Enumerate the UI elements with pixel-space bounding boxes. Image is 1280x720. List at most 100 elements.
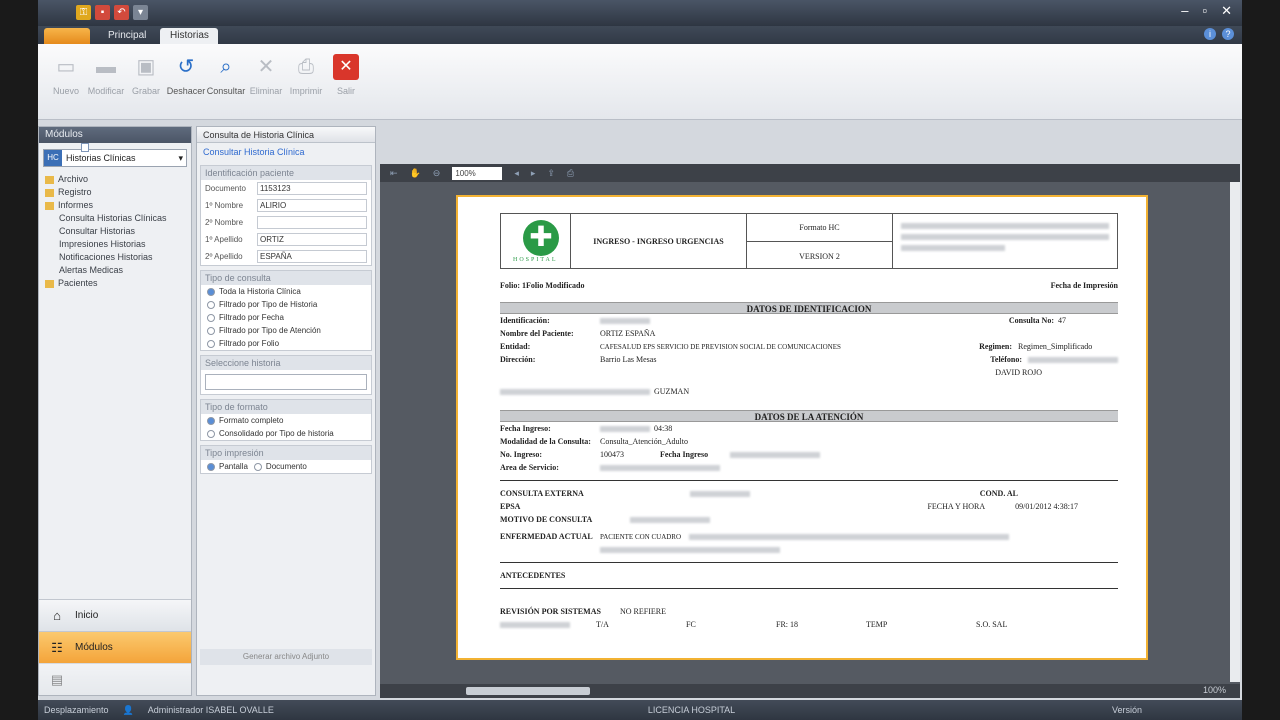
info-icon[interactable]: i (1204, 28, 1216, 40)
logo-text: HOSPITAL (513, 257, 558, 263)
key-icon[interactable]: ⚿ (76, 5, 91, 20)
status-bar: Desplazamiento 👤 Administrador ISABEL OV… (38, 700, 1242, 720)
report-code-box: Formato HC VERSION 2 (747, 214, 893, 268)
status-user: Administrador ISABEL OVALLE (147, 705, 274, 715)
maximize-icon[interactable]: ▫ (1202, 3, 1207, 19)
documento-row: Documento 1153123 (201, 180, 371, 197)
window-controls: – ▫ ✕ (1181, 3, 1232, 19)
apellido2-field[interactable]: ESPAÑA (257, 250, 367, 263)
tree-item[interactable]: Consulta Historias Clínicas (45, 143, 191, 225)
radio-consolidated[interactable]: Consolidado por Tipo de historia (201, 427, 371, 440)
tree-item[interactable]: Informes (45, 199, 191, 212)
print-icon[interactable]: ⎙ (567, 168, 574, 179)
ribbon-tabs: Principal Historias i ? (38, 26, 1242, 44)
radio-type[interactable]: Filtrado por Tipo de Historia (201, 298, 371, 311)
ribbon: ▭ Nuevo ▬ Modificar ▣ Grabar ↺ Deshacer ⌕ Con… (38, 44, 1242, 120)
exit-button[interactable]: ✕ Salir (326, 50, 366, 102)
nav-extra-button[interactable]: ▤ (39, 663, 191, 695)
search-button[interactable]: ⌕ Consultar (206, 50, 246, 102)
radio-icon (207, 416, 215, 425)
radio-icon (207, 313, 215, 322)
tree-item[interactable]: Archivo (45, 173, 191, 186)
nav-inicio-button[interactable]: ⌂ Inicio (39, 599, 191, 631)
tree-item[interactable]: Alertas Medicas (45, 143, 191, 277)
radio-icon (253, 462, 262, 471)
report-header-blur (893, 214, 1117, 268)
vertical-scrollbar[interactable] (1230, 182, 1240, 682)
horizontal-scrollbar[interactable]: 100% (380, 684, 1240, 698)
help-area: i ? (1204, 28, 1234, 40)
first-page-icon[interactable]: ⇤ (390, 168, 398, 179)
tab-consulta[interactable]: Consulta de Historia Clínica (197, 127, 375, 143)
apellido1-row: 1º Apellido ORTIZ (201, 231, 371, 248)
radio-folio[interactable]: Filtrado por Folio (201, 337, 371, 350)
tree-item[interactable]: Pacientes (45, 277, 191, 290)
radio-attention[interactable]: Filtrado por Tipo de Atención (201, 324, 371, 337)
status-license: LICENCIA HOSPITAL (647, 705, 736, 715)
radio-all[interactable]: Toda la Historia Clínica (201, 285, 371, 298)
query-panel: Consulta de Historia Clínica Consultar H… (196, 126, 376, 696)
save-icon[interactable]: ▪ (95, 5, 110, 20)
zoom-status: 100% (1202, 685, 1226, 695)
name-line: Nombre del Paciente: ORTIZ ESPAÑA (500, 329, 656, 338)
zoom-out-icon[interactable]: ⊖ (433, 168, 441, 179)
radio-screen[interactable]: Pantalla (201, 460, 248, 473)
app-window: ⚿ ▪ ↶ ▾ – ▫ ✕ Principal Historias i ? ▭ N… (38, 0, 1242, 720)
type-section-header: Tipo de consulta (201, 271, 371, 285)
report-meta: Folio: 1 Folio Modificado Fecha de Impre… (500, 281, 1118, 290)
help-icon[interactable]: ? (1222, 28, 1234, 40)
nombre2-field[interactable] (257, 216, 367, 229)
select-section-header: Seleccione historia (201, 356, 371, 370)
new-button[interactable]: ▭ Nuevo (46, 50, 86, 102)
undo-button[interactable]: ↺ Deshacer (166, 50, 206, 102)
undo-icon[interactable]: ↶ (114, 5, 129, 20)
file-tab[interactable] (44, 28, 90, 44)
save-button[interactable]: ▣ Grabar (126, 50, 166, 102)
direccion-line: Dirección: Barrio Las Mesas Teléfono: (500, 353, 1118, 366)
report-page: ✚ HOSPITAL INGRESO - INGRESO URGENCIAS F… (456, 195, 1148, 660)
tree-item[interactable]: Registro (45, 186, 191, 199)
title-bar: ⚿ ▪ ↶ ▾ – ▫ ✕ (38, 0, 1242, 26)
consulta-line: CONSULTA EXTERNA COND. AL (500, 489, 1018, 498)
export-icon[interactable]: ⇪ (547, 168, 555, 179)
tree-item[interactable]: Consultar Historias (45, 143, 191, 238)
radio-full-format[interactable]: Formato completo (201, 414, 371, 427)
module-select[interactable]: HC Historias Clínicas ▾ (43, 149, 187, 167)
zoom-select[interactable]: 100% (452, 166, 503, 180)
folder-icon (45, 188, 54, 197)
epsa-line: EPSA FECHA Y HORA 09/01/2012 4:38:17 (500, 502, 1078, 511)
viewer-toolbar: ⇤ ✋ ⊖ 100% ◂ ▸ ⇪ ⎙ (380, 164, 1240, 182)
revision-line: REVISIÓN POR SISTEMAS NO REFIERE (500, 607, 666, 616)
tree-item[interactable]: Impresiones Historias (45, 143, 191, 251)
next-page-icon[interactable]: ▸ (531, 168, 536, 179)
print-button[interactable]: ⎙ Imprimir (286, 50, 326, 102)
minimize-icon[interactable]: – (1181, 3, 1188, 19)
id-section: Identificación paciente Documento 1153123… (200, 165, 372, 266)
tab-historias[interactable]: Historias (160, 28, 218, 44)
historia-select[interactable] (205, 374, 367, 390)
modify-button[interactable]: ▬ Modificar (86, 50, 126, 102)
nombre1-field[interactable]: ALIRIO (257, 199, 367, 212)
prev-page-icon[interactable]: ◂ (514, 168, 519, 179)
radio-date[interactable]: Filtrado por Fecha (201, 311, 371, 324)
hand-icon[interactable]: ✋ (410, 168, 421, 179)
delete-button[interactable]: ✕ Eliminar (246, 50, 286, 102)
nav-modulos-button[interactable]: ☷ Módulos (39, 631, 191, 663)
apellido1-field[interactable]: ORTIZ (257, 233, 367, 246)
close-icon[interactable]: ✕ (1221, 3, 1232, 19)
radio-document[interactable]: Documento (248, 460, 307, 473)
nav-bottom-buttons: ⌂ Inicio ☷ Módulos ▤ (39, 599, 191, 695)
scroll-thumb[interactable] (466, 687, 590, 695)
tab-principal[interactable]: Principal (98, 28, 156, 44)
type-section: Tipo de consulta Toda la Historia Clínic… (200, 270, 372, 351)
tree-item[interactable]: Notificaciones Historias (45, 143, 191, 264)
dropdown-icon[interactable]: ▾ (133, 5, 148, 20)
folder-icon (45, 279, 54, 288)
select-section: Seleccione historia (200, 355, 372, 395)
medico-line: DAVID ROJO (995, 368, 1042, 377)
folder-icon (45, 175, 54, 184)
generate-attachment-button[interactable]: Generar archivo Adjunto (200, 649, 372, 665)
printer-icon: ⎙ (298, 56, 314, 78)
documento-field[interactable]: 1153123 (257, 182, 367, 195)
consultar-link[interactable]: Consultar Historia Clínica (197, 143, 375, 161)
